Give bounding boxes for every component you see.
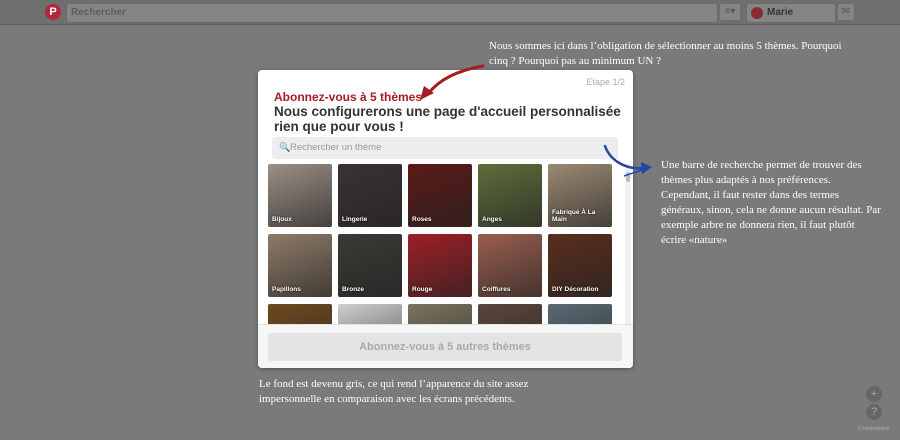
add-pin-button[interactable]: + xyxy=(866,386,882,402)
privacy-link[interactable]: Confidentialité xyxy=(858,426,890,432)
blue-arrow xyxy=(603,144,646,170)
annotation-bottom: Le fond est devenu gris, ce qui rend l’a… xyxy=(259,378,529,405)
red-arrow xyxy=(426,64,485,96)
help-button[interactable]: ? xyxy=(866,404,882,420)
annotation-right: Une barre de recherche permet de trouver… xyxy=(661,159,881,246)
annotation-top: Nous sommes ici dans l’obligation de sél… xyxy=(489,40,842,67)
